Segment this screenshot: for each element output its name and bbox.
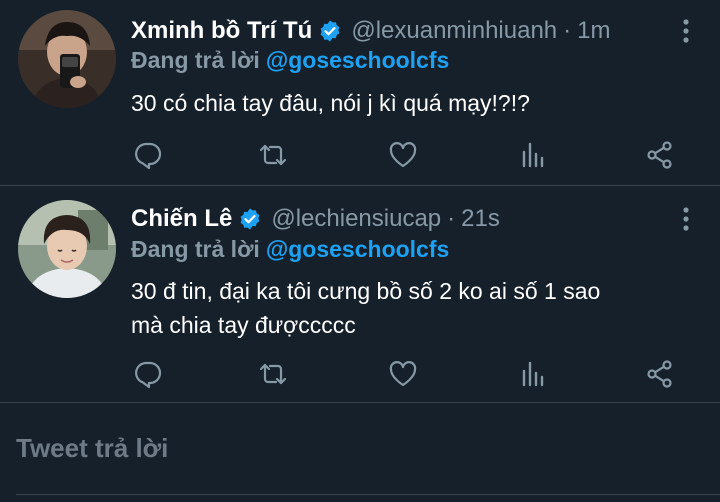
user-handle[interactable]: @lexuanminhiuanh: [351, 17, 557, 45]
timestamp[interactable]: 1m: [577, 17, 610, 45]
replying-label: Đang trả lời: [131, 47, 260, 73]
retweet-icon[interactable]: [258, 359, 288, 389]
display-name[interactable]: Xminh bồ Trí Tú: [131, 17, 312, 45]
tweet-header: Chiến Lê @lechiensiucap · 21s: [131, 204, 500, 234]
separator-dot: ·: [447, 205, 456, 232]
avatar[interactable]: [18, 10, 116, 108]
tweet-actions: [131, 359, 691, 389]
reply-icon[interactable]: [133, 359, 163, 389]
compose-underline: [16, 494, 720, 495]
tweet-2[interactable]: Chiến Lê @lechiensiucap · 21s Đang trả l…: [0, 186, 720, 402]
replying-to: Đang trả lời @goseschoolcfs: [131, 47, 449, 74]
analytics-icon[interactable]: [518, 140, 548, 170]
tweet-divider: [0, 402, 720, 403]
retweet-icon[interactable]: [258, 140, 288, 170]
reply-compose-input[interactable]: Tweet trả lời: [16, 433, 168, 464]
share-icon[interactable]: [645, 140, 675, 170]
tweet-text: 30 đ tin, đại ka tôi cưng bồ số 2 ko ai …: [131, 274, 691, 342]
mention-link[interactable]: @goseschoolcfs: [266, 47, 449, 73]
like-icon[interactable]: [388, 359, 418, 389]
tweet-1[interactable]: Xminh bồ Trí Tú @lexuanminhiuanh · 1m Đa…: [0, 0, 720, 185]
tweet-text-line: 30 đ tin, đại ka tôi cưng bồ số 2 ko ai …: [131, 278, 601, 304]
verified-icon: [318, 19, 342, 43]
tweet-header: Xminh bồ Trí Tú @lexuanminhiuanh · 1m: [131, 16, 611, 46]
more-icon[interactable]: [680, 16, 692, 46]
separator-dot: ·: [563, 17, 572, 44]
like-icon[interactable]: [388, 140, 418, 170]
tweet-text-line: mà chia tay đượccccc: [131, 312, 356, 338]
more-icon[interactable]: [680, 204, 692, 234]
reply-icon[interactable]: [133, 140, 163, 170]
user-handle[interactable]: @lechiensiucap: [271, 205, 441, 233]
tweet-text: 30 có chia tay đâu, nói j kì quá mạy!?!?: [131, 86, 691, 120]
analytics-icon[interactable]: [518, 359, 548, 389]
verified-icon: [238, 207, 262, 231]
tweet-text-line: 30 có chia tay đâu, nói j kì quá mạy!?!?: [131, 90, 530, 116]
display-name[interactable]: Chiến Lê: [131, 205, 232, 233]
tweet-actions: [131, 140, 691, 170]
share-icon[interactable]: [645, 359, 675, 389]
timestamp[interactable]: 21s: [461, 205, 500, 233]
avatar[interactable]: [18, 200, 116, 298]
mention-link[interactable]: @goseschoolcfs: [266, 236, 449, 262]
replying-to: Đang trả lời @goseschoolcfs: [131, 236, 449, 263]
replying-label: Đang trả lời: [131, 236, 260, 262]
